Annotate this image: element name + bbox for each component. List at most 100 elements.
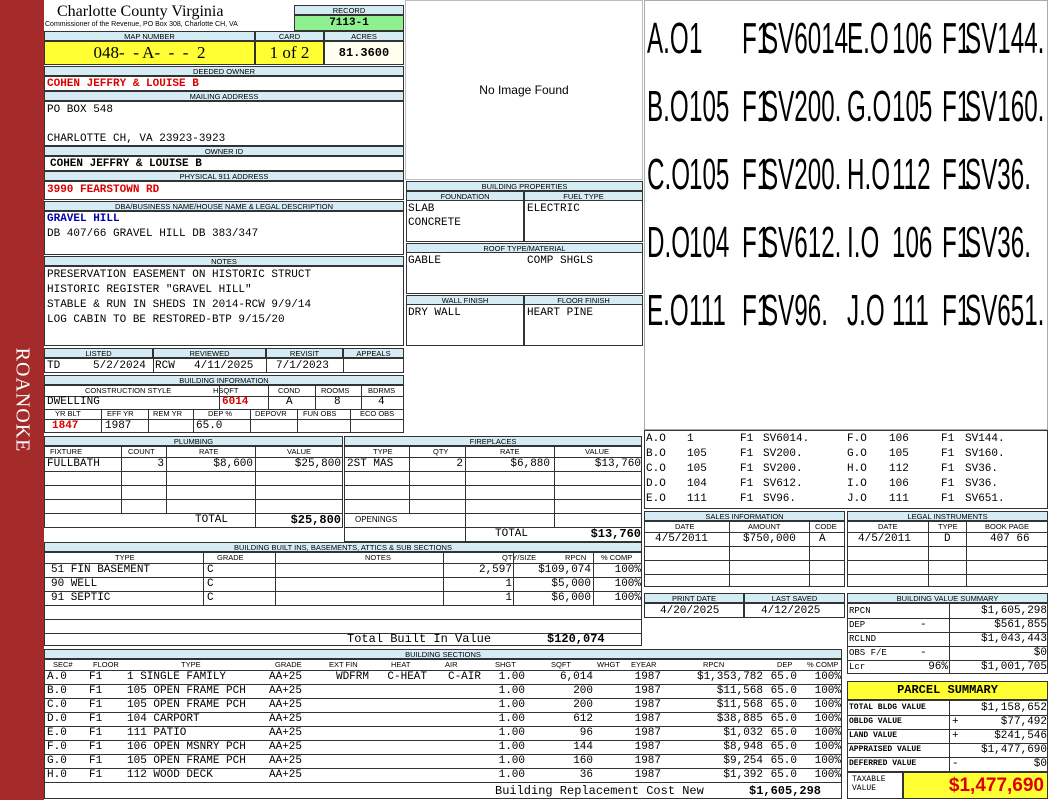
bdrms-value: 4 <box>378 396 385 408</box>
sections-header: RPCN <box>703 660 725 669</box>
section-cell: F1 <box>89 699 103 711</box>
sketch-legend-cell: 105 <box>889 448 909 460</box>
sections-total: $1,605,298 <box>749 784 822 798</box>
section-cell: 65.0 <box>770 685 797 697</box>
owner-id-box: COHEN JEFFRY & LOUISE B <box>44 156 404 171</box>
openings-label: OPENINGS <box>355 515 398 524</box>
sales-label: SALES INFORMATION <box>644 511 845 521</box>
plumbing-label: PLUMBING <box>44 436 343 446</box>
summary-value: $1,605,298 <box>980 605 1047 617</box>
sections-header: FLOOR <box>93 660 119 669</box>
section-cell: 65.0 <box>770 755 797 767</box>
plumbing-total: $25,800 <box>290 513 341 527</box>
sketch-label: SV160. <box>965 82 1045 131</box>
sketch-legend-cell: A.O <box>646 433 666 445</box>
sketch-legend-cell: 111 <box>687 493 707 505</box>
value-summary-label: BUILDING VALUE SUMMARY <box>847 593 1048 603</box>
section-cell: 105 OPEN FRAME PCH <box>127 685 246 697</box>
sketch-label: SV36. <box>965 218 1031 267</box>
sections-header: SEC# <box>53 660 73 669</box>
sketch-label: SV144. <box>965 14 1045 63</box>
plumbing-header: RATE <box>199 447 219 456</box>
sketch-legend-cell: F1 <box>740 448 754 460</box>
count-cell: 3 <box>157 458 164 470</box>
section-cell: 96 <box>579 727 593 739</box>
builtins-cell: 91 SEPTIC <box>51 592 111 604</box>
table-row: C.0 F1 105 OPEN FRAME PCH AA+25 1.00 200 1987 $… <box>45 698 841 712</box>
section-cell: 1987 <box>634 671 661 683</box>
section-cell: $1,392 <box>723 769 763 781</box>
taxable-value: $1,477,690 <box>903 772 1048 799</box>
ecoobs-label: ECO OBS <box>360 409 395 418</box>
style-label: CONSTRUCTION STYLE <box>85 386 172 395</box>
section-cell: 612 <box>573 713 593 725</box>
section-cell: 1 SINGLE FAMILY <box>127 671 227 683</box>
fireplace-header: TYPE <box>373 447 393 456</box>
parcel-value: $77,492 <box>1000 716 1047 728</box>
section-cell: H.0 <box>47 769 67 781</box>
print-date-box: 4/20/2025 <box>644 603 744 618</box>
summary-label: RPCN <box>849 606 871 616</box>
deeded-owner-value: COHEN JEFFRY & LOUISE B <box>47 78 199 90</box>
bdrms-label: BDRMS <box>368 386 396 395</box>
section-cell: D.0 <box>47 713 67 725</box>
section-cell: 1.00 <box>498 699 525 711</box>
section-cell: 1987 <box>634 727 661 739</box>
table-row: F.0 F1 106 OPEN MSNRY PCH AA+25 1.00 144 1987 $… <box>45 740 841 754</box>
plumbing-total-label: TOTAL <box>195 514 229 526</box>
section-cell: 1.00 <box>498 755 525 767</box>
owner-id-value: COHEN JEFFRY & LOUISE B <box>50 158 202 170</box>
parcel-value: $241,546 <box>994 730 1047 742</box>
cond-label: COND <box>278 386 301 395</box>
taxable-label: TAXABLE VALUE <box>847 772 903 799</box>
sketch-legend-cell: D.O <box>646 478 666 490</box>
section-cell: $11,568 <box>716 699 763 711</box>
sections-total-label: Building Replacement Cost New <box>495 784 704 798</box>
notes-line: HISTORIC REGISTER "GRAVEL HILL" <box>47 284 252 296</box>
legal-book-page: 407 66 <box>990 533 1030 545</box>
section-cell: 1.00 <box>498 727 525 739</box>
sketch-legend-cell: 104 <box>687 478 707 490</box>
sketch-label: 111 <box>689 286 726 335</box>
sketch-label: G.O <box>847 82 892 131</box>
section-cell: 100% <box>814 699 841 711</box>
section-cell: $1,353,782 <box>696 671 763 683</box>
county-subtitle: Commissioner of the Revenue, PO Box 308,… <box>45 21 238 28</box>
sketch-legend-cell: I.O <box>847 478 867 490</box>
legal-header: DATE <box>878 522 898 531</box>
sketch-label: SV612. <box>762 218 842 267</box>
section-cell: AA+25 <box>269 727 303 739</box>
sketch-label: SV36. <box>965 150 1031 199</box>
sketch-label: 104 <box>689 218 730 267</box>
section-cell: AA+25 <box>269 671 303 683</box>
section-cell: 1987 <box>634 685 661 697</box>
owner-id-label: OWNER ID <box>44 146 404 156</box>
remyr-label: REM YR <box>153 409 183 418</box>
sections-header: AIR <box>445 660 458 669</box>
notes-box: PRESERVATION EASEMENT ON HISTORIC STRUCT… <box>44 266 404 346</box>
sketch-label: 112 <box>892 150 931 199</box>
sketch-legend-cell: F1 <box>941 463 955 475</box>
builtins-header: NOTES <box>365 553 391 562</box>
section-cell: F1 <box>89 713 103 725</box>
section-cell: AA+25 <box>269 741 303 753</box>
depovr-label: DEPOVR <box>255 409 287 418</box>
section-cell: 65.0 <box>770 727 797 739</box>
builtins-table: TYPE GRADE NOTES QTY/SIZE RPCN % COMP 51… <box>44 552 642 646</box>
builtins-cell: 100% <box>614 564 641 576</box>
record-value: 7113-1 <box>294 15 404 31</box>
roof-type-value: GABLE <box>408 255 442 267</box>
builtins-cell: $109,074 <box>538 564 591 576</box>
no-image-text: No Image Found <box>479 83 569 97</box>
builtins-cell: 100% <box>614 592 641 604</box>
parcel-label: DEFERRED VALUE <box>849 759 917 768</box>
table-row: 90 WELL C 1 $5,000 100% <box>45 577 641 591</box>
notes-line: STABLE & RUN IN SHEDS IN 2014-RCW 9/9/14 <box>47 299 312 311</box>
section-cell: F1 <box>89 741 103 753</box>
plumbing-header: FIXTURE <box>50 447 83 456</box>
parcel-summary-table: TOTAL BLDG VALUE $1,158,652 OBLDG VALUE + $7… <box>847 700 1048 772</box>
building-info-label: BUILDING INFORMATION <box>44 375 404 385</box>
sketch-legend-cell: 105 <box>687 463 707 475</box>
sections-header: HEAT <box>391 660 411 669</box>
style-value: DWELLING <box>47 396 100 408</box>
